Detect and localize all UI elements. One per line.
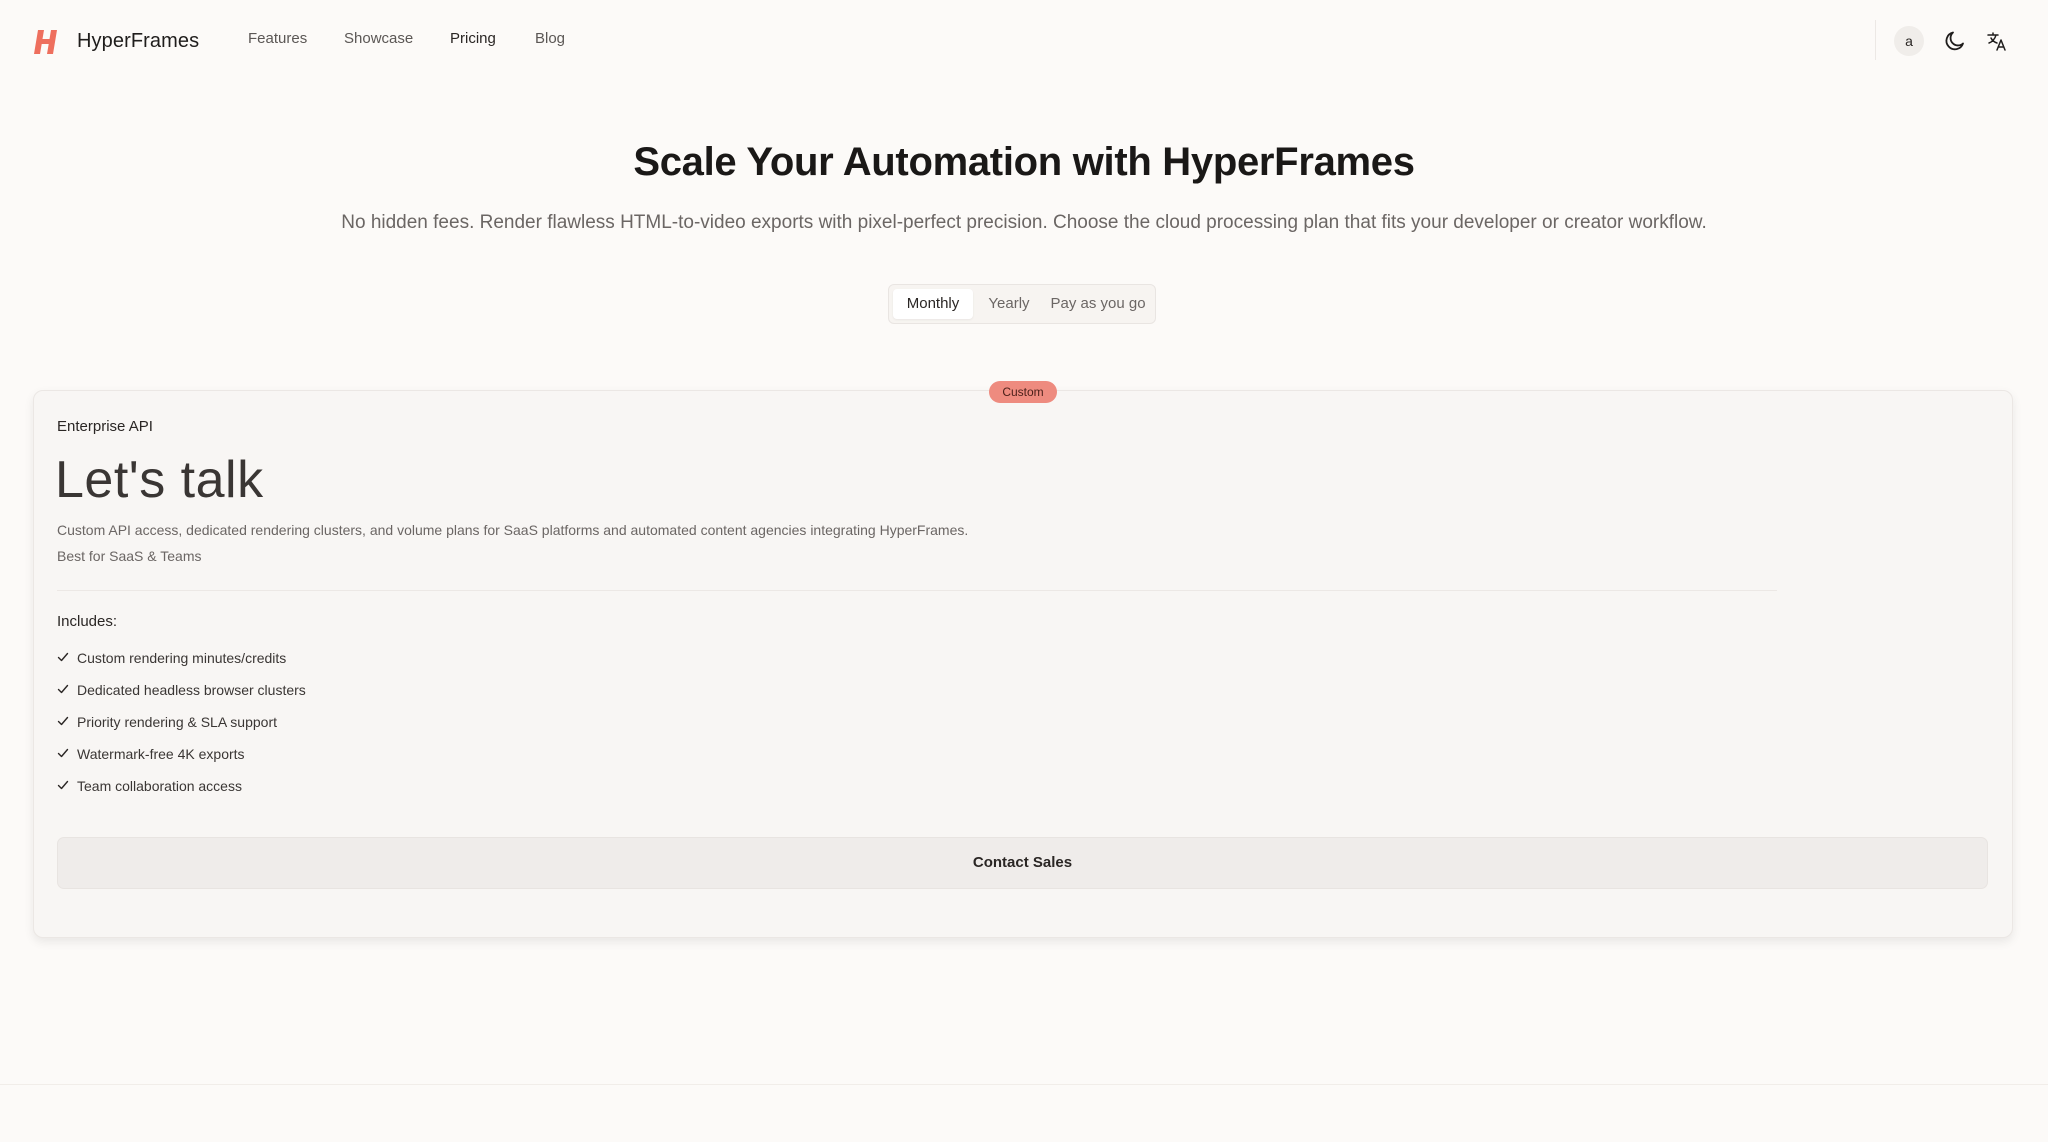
header-divider [1875, 20, 1876, 60]
plan-name: Enterprise API [57, 418, 153, 435]
feature-list: Custom rendering minutes/credits Dedicat… [57, 647, 306, 807]
nav-showcase[interactable]: Showcase [344, 30, 413, 47]
plan-audience: Best for SaaS & Teams [57, 548, 202, 564]
page-title: Scale Your Automation with HyperFrames [633, 140, 1415, 184]
feature-item: Dedicated headless browser clusters [57, 679, 306, 711]
footer-divider [0, 1084, 2048, 1085]
nav-pricing[interactable]: Pricing [450, 30, 496, 47]
check-icon [57, 684, 69, 694]
feature-item: Watermark-free 4K exports [57, 743, 306, 775]
contact-sales-button[interactable]: Contact Sales [57, 837, 1988, 889]
hyperframes-logo-icon[interactable] [33, 27, 63, 57]
check-icon [57, 716, 69, 726]
plan-price: Let's talk [55, 451, 264, 509]
feature-label: Watermark-free 4K exports [77, 746, 245, 762]
feature-item: Custom rendering minutes/credits [57, 647, 306, 679]
billing-option-yearly[interactable]: Yearly [977, 289, 1041, 319]
nav-features[interactable]: Features [248, 30, 307, 47]
billing-period-toggle: Monthly Yearly Pay as you go [888, 284, 1156, 324]
feature-item: Team collaboration access [57, 775, 306, 807]
page-subtitle: No hidden fees. Render flawless HTML-to-… [341, 212, 1707, 233]
feature-item: Priority rendering & SLA support [57, 711, 306, 743]
billing-option-pay-as-you-go[interactable]: Pay as you go [1045, 289, 1151, 319]
feature-label: Priority rendering & SLA support [77, 714, 277, 730]
feature-label: Custom rendering minutes/credits [77, 650, 287, 666]
moon-icon[interactable] [1943, 29, 1967, 53]
billing-option-monthly[interactable]: Monthly [893, 289, 973, 319]
card-divider [57, 590, 1777, 591]
includes-label: Includes: [57, 613, 118, 630]
check-icon [57, 748, 69, 758]
site-header: HyperFrames Features Showcase Pricing Bl… [0, 0, 2048, 80]
nav-blog[interactable]: Blog [535, 30, 565, 47]
plan-description: Custom API access, dedicated rendering c… [57, 522, 969, 538]
brand-name[interactable]: HyperFrames [77, 30, 199, 53]
translate-icon[interactable] [1986, 30, 2008, 52]
plan-badge: Custom [989, 381, 1057, 403]
check-icon [57, 780, 69, 790]
avatar[interactable]: a [1894, 26, 1924, 56]
feature-label: Dedicated headless browser clusters [77, 682, 306, 698]
check-icon [57, 652, 69, 662]
feature-label: Team collaboration access [77, 778, 242, 794]
